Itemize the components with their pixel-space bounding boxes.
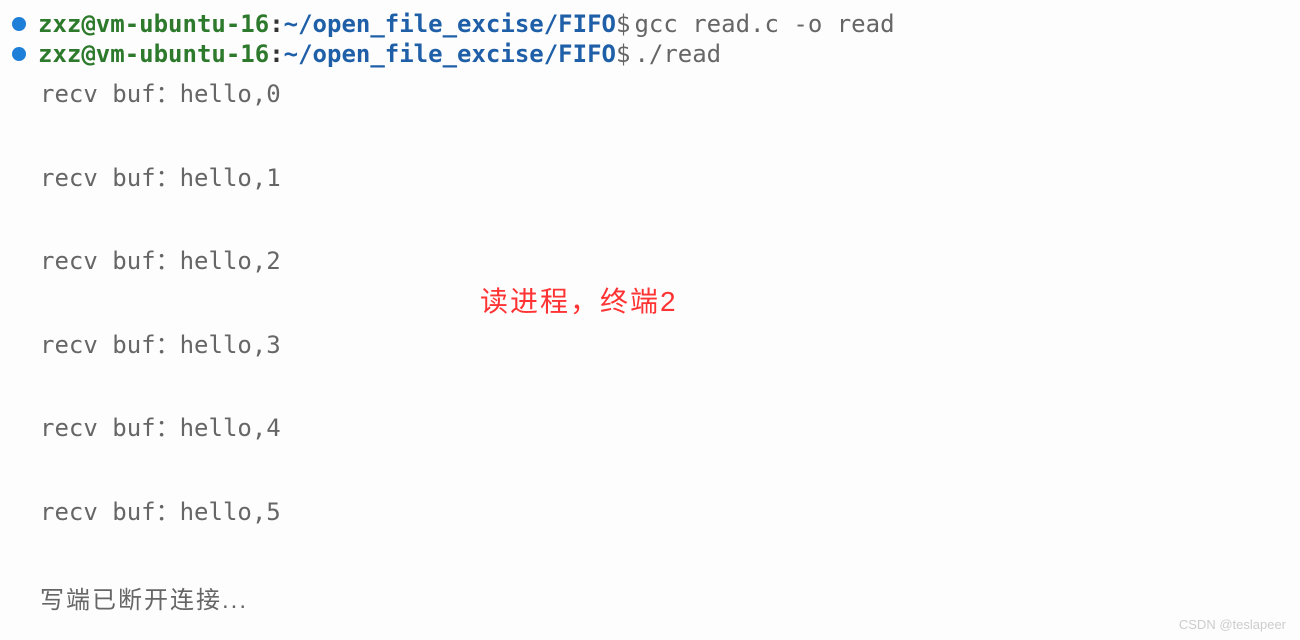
output-line: recv buf：hello,5 (40, 496, 1300, 530)
disconnect-message: 写端已断开连接... (0, 580, 1300, 615)
output-line: recv buf：hello,1 (40, 162, 1300, 196)
user-host: zxz@vm-ubuntu-16 (38, 40, 269, 68)
bullet-icon (12, 47, 26, 61)
bullet-icon (12, 17, 26, 31)
annotation-label: 读进程，终端2 (480, 280, 678, 320)
terminal-prompt-line-2: zxz@vm-ubuntu-16 : ~/open_file_excise/FI… (0, 40, 1300, 68)
separator: : (269, 40, 283, 68)
dollar-sign: $ (616, 10, 630, 38)
terminal-prompt-line-1: zxz@vm-ubuntu-16 : ~/open_file_excise/FI… (0, 10, 1300, 38)
path: ~/open_file_excise/FIFO (284, 10, 616, 38)
output-line: recv buf：hello,3 (40, 329, 1300, 363)
output-line: recv buf：hello,4 (40, 412, 1300, 446)
user-host: zxz@vm-ubuntu-16 (38, 10, 269, 38)
output-line: recv buf：hello,2 (40, 245, 1300, 279)
separator: : (269, 10, 283, 38)
dollar-sign: $ (616, 40, 630, 68)
command-text: gcc read.c -o read (634, 10, 894, 38)
command-text: ./read (634, 40, 721, 68)
path: ~/open_file_excise/FIFO (284, 40, 616, 68)
watermark: CSDN @teslapeer (1179, 617, 1286, 632)
output-line: recv buf：hello,0 (40, 78, 1300, 112)
